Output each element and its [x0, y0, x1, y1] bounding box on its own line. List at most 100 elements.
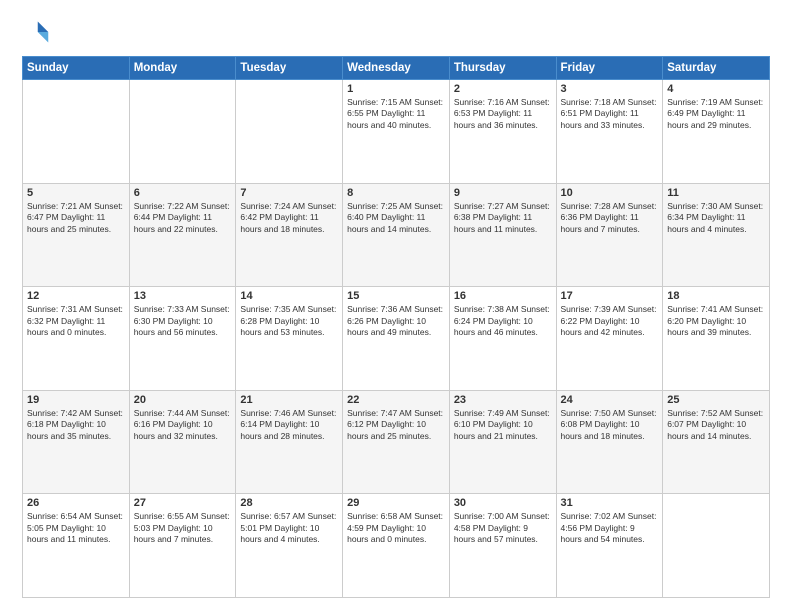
calendar-cell: 27 Sunrise: 6:55 AM Sunset: 5:03 PM Dayli… [129, 494, 236, 598]
calendar-header-row: SundayMondayTuesdayWednesdayThursdayFrid… [23, 57, 770, 80]
calendar-cell: 1 Sunrise: 7:15 AM Sunset: 6:55 PM Daylig… [343, 80, 450, 184]
day-of-week-header: Monday [129, 57, 236, 80]
day-info: Sunrise: 7:42 AM Sunset: 6:18 PM Dayligh… [27, 408, 125, 442]
day-number: 12 [27, 290, 125, 302]
day-number: 27 [134, 497, 232, 509]
calendar-cell: 28 Sunrise: 6:57 AM Sunset: 5:01 PM Dayli… [236, 494, 343, 598]
day-number: 30 [454, 497, 552, 509]
calendar-week-row: 12 Sunrise: 7:31 AM Sunset: 6:32 PM Dayli… [23, 287, 770, 391]
day-number: 25 [667, 394, 765, 406]
day-info: Sunrise: 7:44 AM Sunset: 6:16 PM Dayligh… [134, 408, 232, 442]
day-info: Sunrise: 7:28 AM Sunset: 6:36 PM Dayligh… [561, 201, 659, 235]
day-number: 24 [561, 394, 659, 406]
day-of-week-header: Wednesday [343, 57, 450, 80]
day-info: Sunrise: 7:15 AM Sunset: 6:55 PM Dayligh… [347, 97, 445, 131]
day-of-week-header: Sunday [23, 57, 130, 80]
calendar-cell: 19 Sunrise: 7:42 AM Sunset: 6:18 PM Dayli… [23, 390, 130, 494]
day-info: Sunrise: 6:58 AM Sunset: 4:59 PM Dayligh… [347, 511, 445, 545]
day-info: Sunrise: 7:52 AM Sunset: 6:07 PM Dayligh… [667, 408, 765, 442]
day-info: Sunrise: 7:35 AM Sunset: 6:28 PM Dayligh… [240, 304, 338, 338]
day-info: Sunrise: 7:27 AM Sunset: 6:38 PM Dayligh… [454, 201, 552, 235]
calendar-cell: 20 Sunrise: 7:44 AM Sunset: 6:16 PM Dayli… [129, 390, 236, 494]
calendar-cell: 30 Sunrise: 7:00 AM Sunset: 4:58 PM Dayli… [449, 494, 556, 598]
day-number: 2 [454, 83, 552, 95]
day-info: Sunrise: 7:41 AM Sunset: 6:20 PM Dayligh… [667, 304, 765, 338]
calendar-cell [129, 80, 236, 184]
calendar-cell: 14 Sunrise: 7:35 AM Sunset: 6:28 PM Dayli… [236, 287, 343, 391]
calendar-cell: 12 Sunrise: 7:31 AM Sunset: 6:32 PM Dayli… [23, 287, 130, 391]
day-info: Sunrise: 7:47 AM Sunset: 6:12 PM Dayligh… [347, 408, 445, 442]
day-number: 19 [27, 394, 125, 406]
calendar-cell: 26 Sunrise: 6:54 AM Sunset: 5:05 PM Dayli… [23, 494, 130, 598]
calendar-cell [23, 80, 130, 184]
day-number: 16 [454, 290, 552, 302]
day-info: Sunrise: 7:18 AM Sunset: 6:51 PM Dayligh… [561, 97, 659, 131]
day-number: 5 [27, 187, 125, 199]
day-number: 29 [347, 497, 445, 509]
day-number: 11 [667, 187, 765, 199]
calendar-cell: 6 Sunrise: 7:22 AM Sunset: 6:44 PM Daylig… [129, 183, 236, 287]
day-info: Sunrise: 7:02 AM Sunset: 4:56 PM Dayligh… [561, 511, 659, 545]
day-info: Sunrise: 7:46 AM Sunset: 6:14 PM Dayligh… [240, 408, 338, 442]
day-info: Sunrise: 7:49 AM Sunset: 6:10 PM Dayligh… [454, 408, 552, 442]
calendar-table: SundayMondayTuesdayWednesdayThursdayFrid… [22, 56, 770, 598]
day-number: 4 [667, 83, 765, 95]
day-of-week-header: Saturday [663, 57, 770, 80]
day-number: 15 [347, 290, 445, 302]
day-info: Sunrise: 7:22 AM Sunset: 6:44 PM Dayligh… [134, 201, 232, 235]
day-info: Sunrise: 6:57 AM Sunset: 5:01 PM Dayligh… [240, 511, 338, 545]
day-number: 13 [134, 290, 232, 302]
day-info: Sunrise: 7:38 AM Sunset: 6:24 PM Dayligh… [454, 304, 552, 338]
day-info: Sunrise: 7:31 AM Sunset: 6:32 PM Dayligh… [27, 304, 125, 338]
calendar-cell: 21Sunrise: 7:46 AM Sunset: 6:14 PM Dayli… [236, 390, 343, 494]
calendar-cell: 13 Sunrise: 7:33 AM Sunset: 6:30 PM Dayli… [129, 287, 236, 391]
day-number: 22 [347, 394, 445, 406]
calendar-cell [236, 80, 343, 184]
day-of-week-header: Tuesday [236, 57, 343, 80]
day-info: Sunrise: 7:50 AM Sunset: 6:08 PM Dayligh… [561, 408, 659, 442]
calendar-week-row: 19 Sunrise: 7:42 AM Sunset: 6:18 PM Dayli… [23, 390, 770, 494]
day-info: Sunrise: 7:33 AM Sunset: 6:30 PM Dayligh… [134, 304, 232, 338]
day-info: Sunrise: 7:21 AM Sunset: 6:47 PM Dayligh… [27, 201, 125, 235]
calendar-cell: 31 Sunrise: 7:02 AM Sunset: 4:56 PM Dayli… [556, 494, 663, 598]
calendar-cell: 18Sunrise: 7:41 AM Sunset: 6:20 PM Dayli… [663, 287, 770, 391]
header [22, 18, 770, 46]
day-of-week-header: Thursday [449, 57, 556, 80]
calendar-cell: 23 Sunrise: 7:49 AM Sunset: 6:10 PM Dayli… [449, 390, 556, 494]
page: SundayMondayTuesdayWednesdayThursdayFrid… [0, 0, 792, 612]
calendar-cell: 29 Sunrise: 6:58 AM Sunset: 4:59 PM Dayli… [343, 494, 450, 598]
calendar-cell: 25 Sunrise: 7:52 AM Sunset: 6:07 PM Dayli… [663, 390, 770, 494]
day-info: Sunrise: 7:24 AM Sunset: 6:42 PM Dayligh… [240, 201, 338, 235]
day-number: 31 [561, 497, 659, 509]
calendar-cell: 11Sunrise: 7:30 AM Sunset: 6:34 PM Dayli… [663, 183, 770, 287]
day-info: Sunrise: 7:25 AM Sunset: 6:40 PM Dayligh… [347, 201, 445, 235]
day-number: 26 [27, 497, 125, 509]
day-number: 6 [134, 187, 232, 199]
calendar-week-row: 1 Sunrise: 7:15 AM Sunset: 6:55 PM Daylig… [23, 80, 770, 184]
calendar-cell: 2Sunrise: 7:16 AM Sunset: 6:53 PM Daylig… [449, 80, 556, 184]
day-number: 8 [347, 187, 445, 199]
calendar-cell: 9 Sunrise: 7:27 AM Sunset: 6:38 PM Daylig… [449, 183, 556, 287]
day-number: 1 [347, 83, 445, 95]
day-info: Sunrise: 6:54 AM Sunset: 5:05 PM Dayligh… [27, 511, 125, 545]
logo [22, 18, 54, 46]
day-number: 17 [561, 290, 659, 302]
calendar-cell: 22 Sunrise: 7:47 AM Sunset: 6:12 PM Dayli… [343, 390, 450, 494]
day-info: Sunrise: 7:36 AM Sunset: 6:26 PM Dayligh… [347, 304, 445, 338]
day-number: 14 [240, 290, 338, 302]
logo-icon [22, 18, 50, 46]
calendar-cell [663, 494, 770, 598]
day-number: 20 [134, 394, 232, 406]
calendar-week-row: 5 Sunrise: 7:21 AM Sunset: 6:47 PM Daylig… [23, 183, 770, 287]
day-number: 9 [454, 187, 552, 199]
day-info: Sunrise: 7:00 AM Sunset: 4:58 PM Dayligh… [454, 511, 552, 545]
day-number: 23 [454, 394, 552, 406]
day-number: 28 [240, 497, 338, 509]
calendar-cell: 4Sunrise: 7:19 AM Sunset: 6:49 PM Daylig… [663, 80, 770, 184]
calendar-cell: 10Sunrise: 7:28 AM Sunset: 6:36 PM Dayli… [556, 183, 663, 287]
day-of-week-header: Friday [556, 57, 663, 80]
day-info: Sunrise: 7:39 AM Sunset: 6:22 PM Dayligh… [561, 304, 659, 338]
calendar-cell: 8 Sunrise: 7:25 AM Sunset: 6:40 PM Daylig… [343, 183, 450, 287]
day-info: Sunrise: 6:55 AM Sunset: 5:03 PM Dayligh… [134, 511, 232, 545]
calendar-cell: 5 Sunrise: 7:21 AM Sunset: 6:47 PM Daylig… [23, 183, 130, 287]
